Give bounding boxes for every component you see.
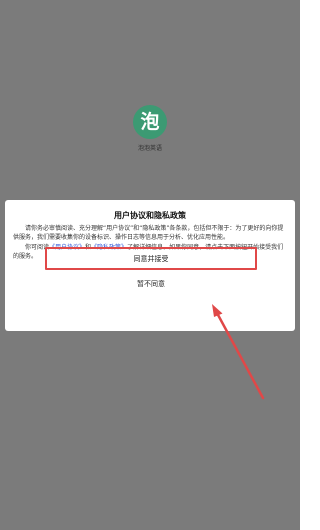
disagree-button-label: 暂不同意 <box>137 280 165 288</box>
dialog-title: 用户协议和隐私政策 <box>114 211 186 220</box>
app-logo-icon: 泡 <box>133 105 167 139</box>
agree-button[interactable]: 同意并接受 <box>45 247 257 270</box>
app-name: 泡泡英语 <box>137 145 162 152</box>
app-logo-glyph: 泡 <box>140 110 160 133</box>
dialog-paragraph-1: 请你务必审慎阅读、充分理解“用户协议”和“隐私政策”各条款，包括但不限于：为了更… <box>13 225 284 241</box>
disagree-button[interactable]: 暂不同意 <box>45 274 257 294</box>
agree-button-label: 同意并接受 <box>133 254 169 263</box>
